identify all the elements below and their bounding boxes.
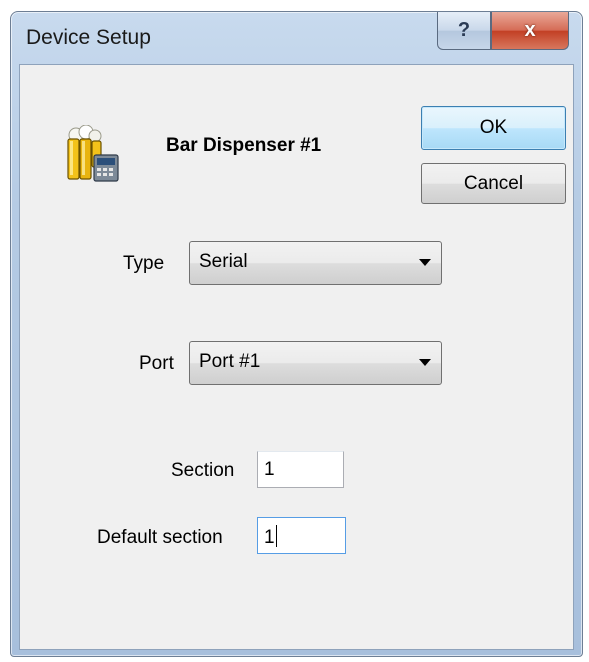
port-select[interactable]: Port #1 — [189, 341, 442, 385]
default-section-input[interactable]: 1 — [257, 517, 346, 554]
device-name: Bar Dispenser #1 — [166, 135, 322, 156]
chevron-down-icon — [419, 259, 431, 266]
type-select-value: Serial — [199, 251, 248, 272]
device-setup-dialog: Device Setup ? x Bar Dispenser #1 OK Can… — [10, 11, 583, 657]
text-caret — [275, 525, 277, 547]
beer-dispenser-icon — [67, 125, 119, 182]
cancel-button[interactable]: Cancel — [421, 163, 566, 204]
ok-button[interactable]: OK — [421, 106, 566, 150]
type-label: Type — [123, 253, 165, 274]
type-select[interactable]: Serial — [189, 241, 442, 285]
section-input[interactable]: 1 — [257, 451, 344, 488]
dialog-body: Bar Dispenser #1 OK Cancel Type Serial P… — [19, 64, 574, 650]
section-input-value: 1 — [264, 459, 275, 480]
help-button[interactable]: ? — [437, 12, 491, 50]
close-icon: x — [524, 19, 536, 41]
help-icon: ? — [457, 19, 471, 41]
section-label: Section — [171, 460, 235, 481]
port-select-value: Port #1 — [199, 351, 261, 372]
port-label: Port — [139, 353, 174, 374]
window-title: Device Setup — [26, 26, 151, 49]
default-section-label: Default section — [97, 527, 223, 548]
default-section-input-value: 1 — [264, 527, 275, 548]
title-bar[interactable]: Device Setup ? x — [11, 12, 582, 64]
close-button[interactable]: x — [491, 12, 569, 50]
chevron-down-icon — [419, 359, 431, 366]
